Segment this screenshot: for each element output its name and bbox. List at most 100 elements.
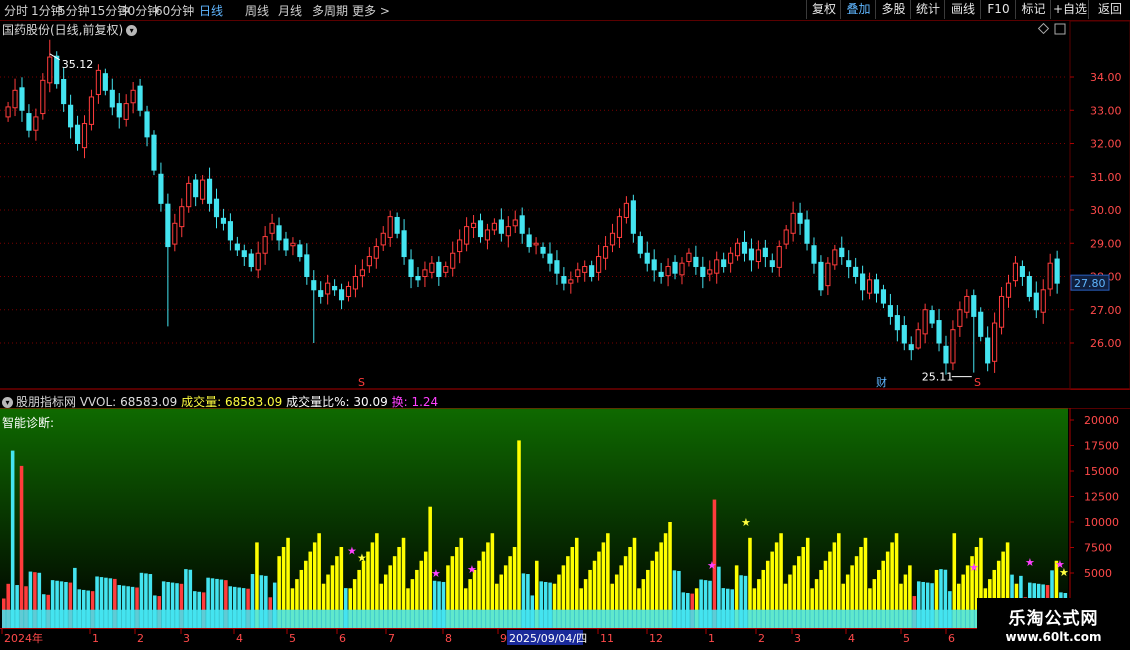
vol-tick-label-0: 20000	[1084, 414, 1119, 427]
toolbar-button-3[interactable]: 统计	[910, 0, 945, 19]
toolbar-button-2[interactable]: 多股	[875, 0, 911, 19]
price-tick-label-1: 33.00	[1090, 104, 1122, 117]
candle-body-49	[345, 285, 352, 297]
candle-body-67	[470, 222, 477, 228]
volume-value: 68583.09	[225, 395, 283, 409]
toolbar-button-1[interactable]: 叠加	[840, 0, 876, 19]
candle-body-13	[95, 69, 101, 95]
candle-body-64	[450, 252, 456, 269]
period-9[interactable]: 多周期	[312, 2, 348, 19]
toolbar-button-0[interactable]: 复权	[806, 0, 841, 19]
candle-body-90	[630, 200, 636, 234]
period-0[interactable]: 分时	[4, 2, 28, 19]
volume-chart[interactable]: 200001750015000125001000075005000★★★ ★ ★★★…	[0, 408, 1130, 628]
period-6[interactable]: 日线	[199, 2, 223, 19]
time-label-16: 4	[848, 632, 855, 645]
toolbar-button-6[interactable]: 标记	[1015, 0, 1051, 19]
candle-body-92	[644, 252, 650, 264]
volume-label: 成交量:	[181, 395, 222, 409]
candle-body-83	[582, 266, 588, 273]
diagnosis-label: 智能诊断:	[2, 416, 55, 430]
candle-body-9	[68, 104, 74, 128]
chevron-down-icon[interactable]: ▾	[126, 25, 138, 36]
candle-body-74	[519, 215, 525, 234]
candle-body-147	[1026, 276, 1032, 297]
period-10[interactable]: 更多 >	[352, 2, 390, 19]
marker-2: S	[974, 376, 981, 389]
candle-body-87	[609, 232, 616, 246]
volume-bar-116	[517, 440, 521, 628]
chevron-down-icon[interactable]: ▾	[2, 397, 13, 408]
period-2[interactable]: 5分钟	[58, 2, 90, 19]
candle-body-82	[575, 269, 581, 278]
candle-body-14	[102, 73, 108, 91]
candle-body-75	[526, 234, 532, 248]
candle-body-16	[116, 103, 122, 118]
volume-base	[2, 609, 1066, 628]
candle-body-71	[498, 219, 504, 234]
candle-body-41	[290, 242, 296, 247]
candle-body-55	[387, 216, 393, 238]
candle-body-28	[200, 179, 206, 200]
candle-body-105	[734, 242, 741, 257]
candle-body-144	[1005, 282, 1012, 298]
watermark-logo: 乐淘公式网 www.60lt.com	[977, 598, 1130, 650]
candle-body-44	[311, 280, 317, 291]
candle-body-18	[130, 89, 136, 104]
period-7[interactable]: 周线	[245, 2, 269, 19]
candle-body-38	[269, 222, 275, 234]
candle-body-50	[352, 276, 359, 290]
candle-body-0	[5, 106, 11, 118]
toolbar-button-7[interactable]: +自选	[1050, 0, 1089, 19]
candle-body-17	[123, 103, 129, 120]
period-5[interactable]: 60分钟	[155, 2, 194, 19]
toolbar-button-8[interactable]: 返回	[1088, 0, 1130, 19]
candle-body-36	[255, 252, 261, 271]
time-label-18: 6	[948, 632, 955, 645]
candle-body-58	[408, 259, 414, 277]
high-label: 35.12	[62, 58, 93, 71]
candle-body-109	[762, 247, 768, 258]
star-marker-1: ★	[357, 552, 367, 565]
candle-body-84	[589, 265, 595, 278]
toolbar-button-5[interactable]: F10	[980, 0, 1016, 19]
candle-body-62	[436, 261, 442, 277]
candle-body-26	[186, 182, 192, 208]
candle-body-61	[429, 262, 435, 273]
candle-body-66	[464, 226, 470, 245]
candle-body-96	[672, 261, 678, 274]
ratio-label: 成交量比%:	[286, 395, 350, 409]
candle-body-142	[992, 322, 998, 362]
candle-body-54	[380, 232, 386, 246]
period-8[interactable]: 月线	[278, 2, 302, 19]
candle-body-139	[971, 295, 977, 317]
candle-body-113	[790, 212, 796, 234]
candle-body-97	[679, 262, 685, 276]
candle-body-10	[74, 124, 81, 145]
time-label-13: 1	[708, 632, 715, 645]
candle-body-73	[512, 219, 518, 227]
candle-body-3	[26, 113, 32, 131]
price-tick-label-7: 27.00	[1090, 304, 1122, 317]
candle-body-25	[179, 206, 185, 228]
time-label-14: 2	[758, 632, 765, 645]
candle-body-85	[596, 256, 602, 273]
price-chart[interactable]: 34.0033.0032.0031.0030.0029.0028.0027.00…	[0, 21, 1130, 390]
candle-body-80	[561, 276, 567, 284]
time-label-6: 6	[339, 632, 346, 645]
candle-body-117	[818, 261, 824, 291]
candle-body-70	[491, 222, 497, 231]
period-4[interactable]: 30分钟	[120, 2, 159, 19]
candle-body-47	[332, 285, 338, 291]
candle-body-140	[978, 311, 984, 337]
volume-bar-2	[10, 450, 15, 628]
candle-body-137	[957, 309, 963, 327]
candle-body-53	[373, 246, 379, 259]
marker-0: S	[358, 376, 365, 389]
time-axis: 2024年 1 2 3 4 5 6 7 8 9 2025/09/04/四 11 12 1 2 3 4 5 6	[0, 628, 1130, 650]
candle-body-52	[366, 256, 372, 267]
toolbar-button-4[interactable]: 画线	[944, 0, 981, 19]
candle-body-125	[873, 279, 880, 294]
candle-body-15	[109, 89, 115, 108]
star-marker-7: ★	[1025, 556, 1035, 569]
